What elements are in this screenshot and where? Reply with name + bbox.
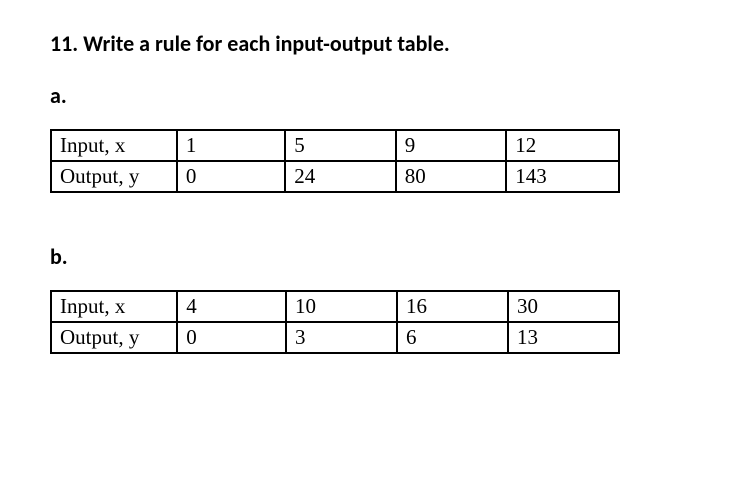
table-part-a: Input, x 1 5 9 12 Output, y 0 24 80 143 (50, 129, 620, 193)
question-number: 11. (50, 30, 78, 57)
table-part-b: Input, x 4 10 16 30 Output, y 0 3 6 13 (50, 290, 620, 354)
question-prompt: 11. Write a rule for each input-output t… (50, 30, 682, 57)
table-row: Input, x 4 10 16 30 (51, 291, 619, 322)
table-row: Output, y 0 24 80 143 (51, 161, 619, 192)
input-value: 16 (397, 291, 508, 322)
output-value: 3 (286, 322, 397, 353)
output-label: Output, y (51, 322, 177, 353)
input-value: 9 (396, 130, 507, 161)
input-value: 1 (177, 130, 285, 161)
input-label: Input, x (51, 130, 177, 161)
output-value: 143 (506, 161, 619, 192)
part-a-label: a. (50, 82, 682, 109)
input-value: 10 (286, 291, 397, 322)
table-row: Input, x 1 5 9 12 (51, 130, 619, 161)
input-value: 12 (506, 130, 619, 161)
output-value: 6 (397, 322, 508, 353)
question-text: Write a rule for each input-output table… (83, 30, 450, 57)
output-value: 0 (177, 322, 286, 353)
part-b-label: b. (50, 243, 682, 270)
output-value: 0 (177, 161, 285, 192)
output-value: 13 (508, 322, 619, 353)
input-value: 4 (177, 291, 286, 322)
output-value: 24 (285, 161, 396, 192)
output-label: Output, y (51, 161, 177, 192)
input-value: 5 (285, 130, 396, 161)
input-value: 30 (508, 291, 619, 322)
input-label: Input, x (51, 291, 177, 322)
output-value: 80 (396, 161, 507, 192)
table-row: Output, y 0 3 6 13 (51, 322, 619, 353)
